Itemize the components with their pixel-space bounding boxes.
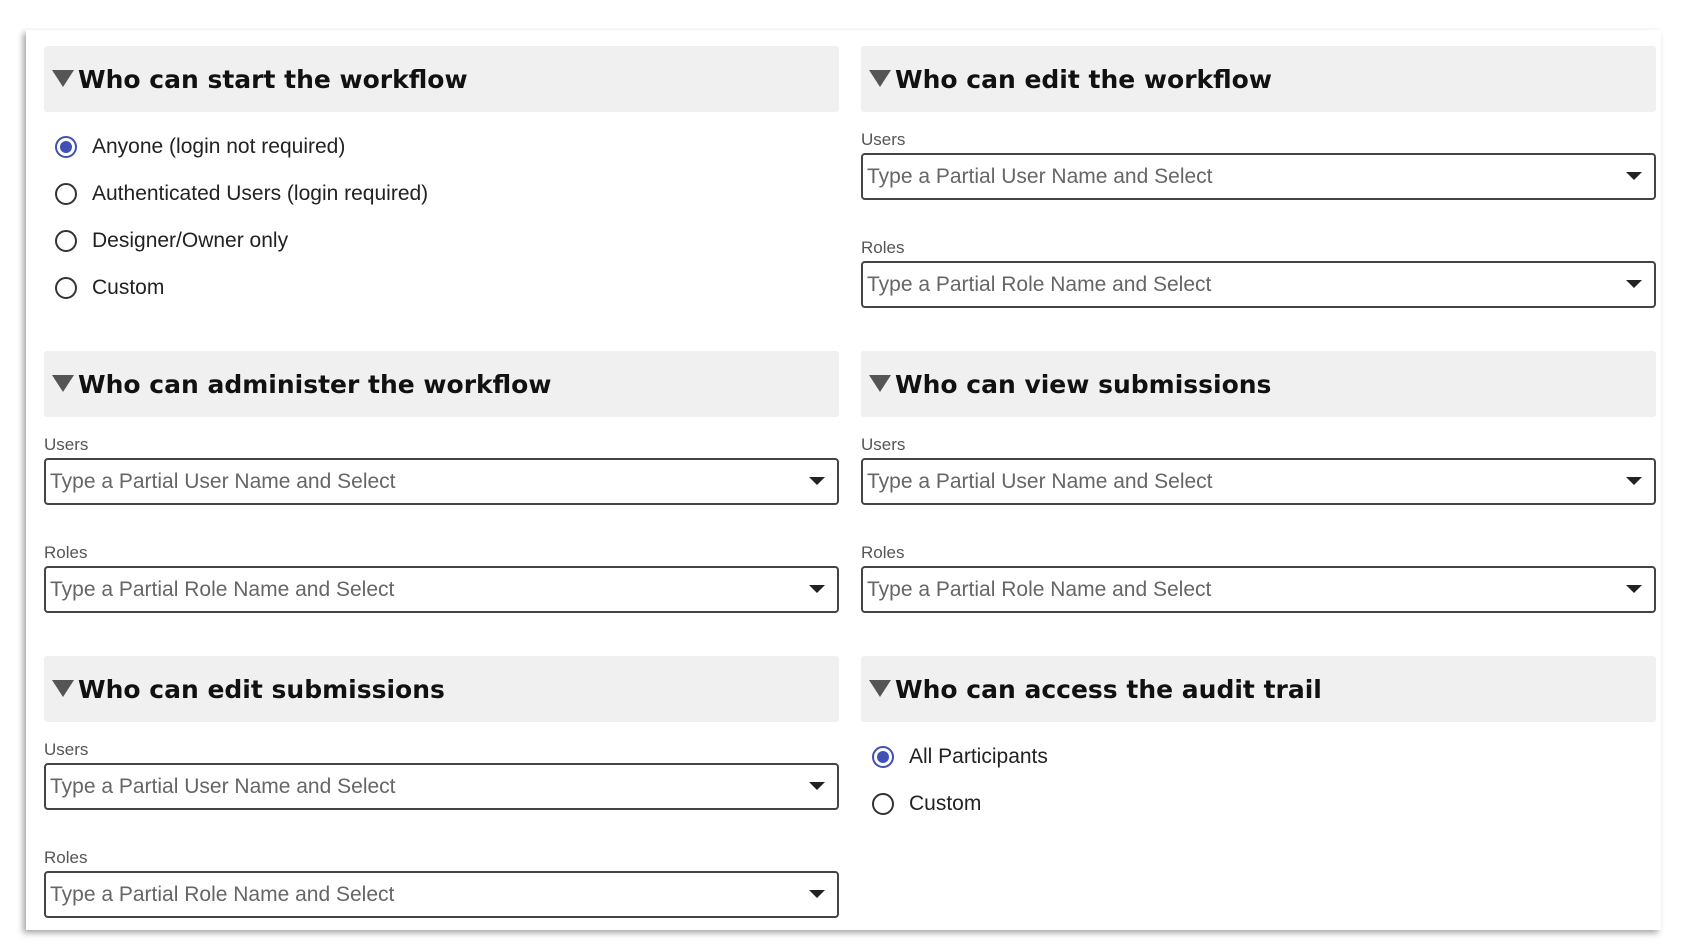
users-field: Users xyxy=(44,435,839,505)
radio-button-checked[interactable] xyxy=(872,745,894,768)
collapse-triangle-icon[interactable] xyxy=(52,679,74,697)
users-input[interactable] xyxy=(863,164,1587,189)
section-title: Who can edit submissions xyxy=(78,674,445,704)
roles-label: Roles xyxy=(44,543,88,562)
roles-label: Roles xyxy=(861,543,905,562)
roles-input[interactable] xyxy=(46,882,770,907)
section-header-edit-submissions[interactable]: Who can edit submissions xyxy=(44,656,839,722)
roles-select[interactable] xyxy=(44,871,839,918)
users-label: Users xyxy=(861,435,906,454)
radio-option-designer-owner[interactable]: Designer/Owner only xyxy=(55,217,839,264)
users-select[interactable] xyxy=(44,763,839,810)
section-header-edit-workflow[interactable]: Who can edit the workflow xyxy=(861,46,1656,112)
caret-down-icon[interactable] xyxy=(1626,585,1642,593)
radio-label[interactable]: All Participants xyxy=(909,745,1048,769)
section-start-workflow: Who can start the workflow Anyone (login… xyxy=(44,46,839,311)
section-header-start-workflow[interactable]: Who can start the workflow xyxy=(44,46,839,112)
caret-down-icon[interactable] xyxy=(809,477,825,485)
roles-input[interactable] xyxy=(46,577,770,602)
radio-label[interactable]: Custom xyxy=(92,276,164,300)
collapse-triangle-icon[interactable] xyxy=(869,69,891,87)
permissions-panel: Who can start the workflow Anyone (login… xyxy=(26,30,1661,930)
section-audit-trail: Who can access the audit trail All Parti… xyxy=(861,656,1656,827)
section-view-submissions: Who can view submissions Users Roles xyxy=(861,351,1656,613)
radio-option-authenticated[interactable]: Authenticated Users (login required) xyxy=(55,170,839,217)
section-title: Who can edit the workflow xyxy=(895,64,1272,94)
radio-option-anyone[interactable]: Anyone (login not required) xyxy=(55,123,839,170)
caret-down-icon[interactable] xyxy=(1626,172,1642,180)
roles-field: Roles xyxy=(44,543,839,613)
radio-label[interactable]: Designer/Owner only xyxy=(92,229,288,253)
section-header-audit-trail[interactable]: Who can access the audit trail xyxy=(861,656,1656,722)
section-administer-workflow: Who can administer the workflow Users Ro… xyxy=(44,351,839,613)
roles-field: Roles xyxy=(861,543,1656,613)
collapse-triangle-icon[interactable] xyxy=(869,679,891,697)
roles-select[interactable] xyxy=(861,261,1656,308)
collapse-triangle-icon[interactable] xyxy=(869,374,891,392)
users-input[interactable] xyxy=(46,469,770,494)
caret-down-icon[interactable] xyxy=(809,890,825,898)
roles-label: Roles xyxy=(861,238,905,257)
radio-button[interactable] xyxy=(872,792,894,815)
audit-trail-options: All Participants Custom xyxy=(861,722,1656,827)
start-workflow-options: Anyone (login not required) Authenticate… xyxy=(44,112,839,311)
section-header-view-submissions[interactable]: Who can view submissions xyxy=(861,351,1656,417)
section-header-administer-workflow[interactable]: Who can administer the workflow xyxy=(44,351,839,417)
collapse-triangle-icon[interactable] xyxy=(52,374,74,392)
users-label: Users xyxy=(44,740,89,759)
users-field: Users xyxy=(861,435,1656,505)
users-select[interactable] xyxy=(861,153,1656,200)
caret-down-icon[interactable] xyxy=(1626,477,1642,485)
section-title: Who can start the workflow xyxy=(78,64,468,94)
roles-input[interactable] xyxy=(863,272,1587,297)
roles-select[interactable] xyxy=(44,566,839,613)
radio-option-custom[interactable]: Custom xyxy=(872,780,1656,827)
caret-down-icon[interactable] xyxy=(1626,280,1642,288)
section-edit-submissions: Who can edit submissions Users Roles xyxy=(44,656,839,918)
users-select[interactable] xyxy=(861,458,1656,505)
caret-down-icon[interactable] xyxy=(809,782,825,790)
radio-option-custom[interactable]: Custom xyxy=(55,264,839,311)
roles-field: Roles xyxy=(44,848,839,918)
users-select[interactable] xyxy=(44,458,839,505)
users-input[interactable] xyxy=(863,469,1587,494)
roles-label: Roles xyxy=(44,848,88,867)
users-label: Users xyxy=(861,130,906,149)
radio-label[interactable]: Anyone (login not required) xyxy=(92,135,345,159)
roles-field: Roles xyxy=(861,238,1656,308)
section-title: Who can access the audit trail xyxy=(895,674,1322,704)
users-input[interactable] xyxy=(46,774,770,799)
section-title: Who can view submissions xyxy=(895,369,1272,399)
radio-button[interactable] xyxy=(55,182,77,205)
radio-label[interactable]: Custom xyxy=(909,792,981,816)
users-field: Users xyxy=(44,740,839,810)
radio-label[interactable]: Authenticated Users (login required) xyxy=(92,182,428,206)
users-label: Users xyxy=(44,435,89,454)
radio-button[interactable] xyxy=(55,229,77,252)
users-field: Users xyxy=(861,130,1656,200)
collapse-triangle-icon[interactable] xyxy=(52,69,74,87)
roles-select[interactable] xyxy=(861,566,1656,613)
radio-button[interactable] xyxy=(55,276,77,299)
radio-button-checked[interactable] xyxy=(55,135,77,158)
roles-input[interactable] xyxy=(863,577,1587,602)
caret-down-icon[interactable] xyxy=(809,585,825,593)
section-title: Who can administer the workflow xyxy=(78,369,552,399)
radio-option-all-participants[interactable]: All Participants xyxy=(872,733,1656,780)
section-edit-workflow: Who can edit the workflow Users Roles xyxy=(861,46,1656,308)
